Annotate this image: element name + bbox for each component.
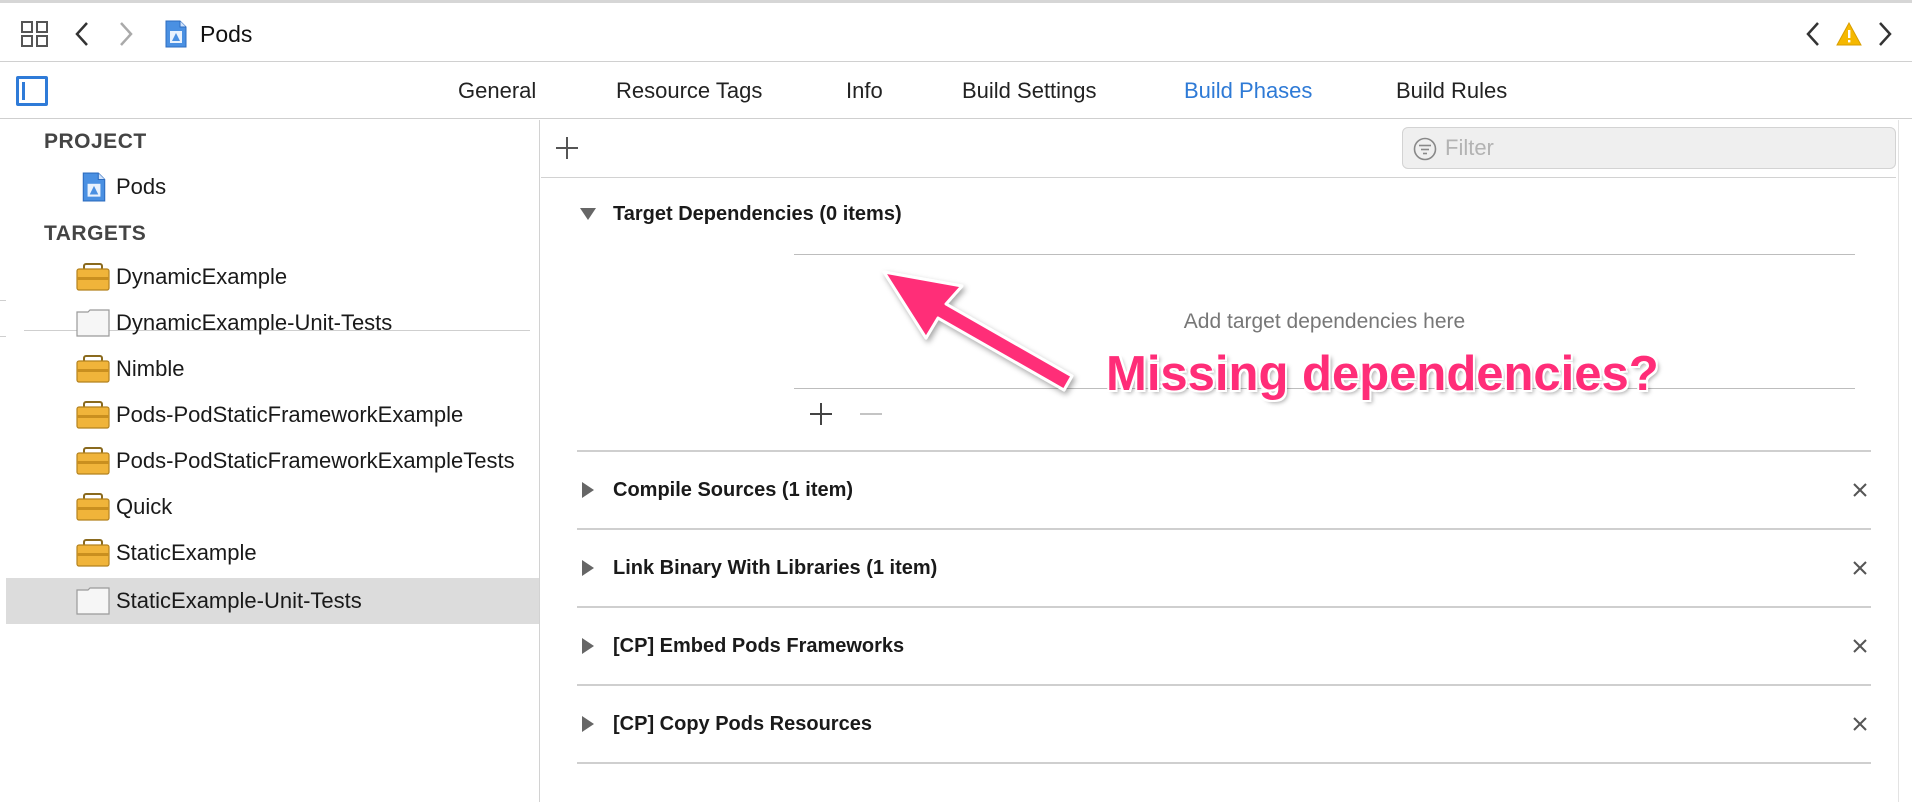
framework-target-icon xyxy=(76,400,110,430)
test-bundle-icon xyxy=(76,308,110,338)
phase-embed-pods-frameworks[interactable]: [CP] Embed Pods Frameworks xyxy=(577,628,904,664)
phase-link-binary[interactable]: Link Binary With Libraries (1 item) xyxy=(577,550,937,586)
disclosure-collapsed-icon[interactable] xyxy=(577,713,599,735)
test-bundle-icon xyxy=(76,586,110,616)
phase-separator xyxy=(577,684,1871,686)
framework-target-icon xyxy=(76,538,110,568)
phase-title: Link Binary With Libraries (1 item) xyxy=(613,556,938,579)
phase-title: [CP] Embed Pods Frameworks xyxy=(613,634,905,657)
phase-separator xyxy=(577,606,1871,608)
disclosure-collapsed-icon[interactable] xyxy=(577,635,599,657)
delete-phase-close-icon[interactable] xyxy=(1849,713,1871,735)
sidebar-item-label: Nimble xyxy=(116,356,185,381)
disclosure-expanded-icon[interactable] xyxy=(577,203,599,225)
project-section-header: PROJECT xyxy=(44,130,147,153)
sidebar-item-label: Quick xyxy=(116,494,173,519)
delete-phase-close-icon[interactable] xyxy=(1849,479,1871,501)
xcode-project-icon xyxy=(76,172,110,202)
sidebar-item-target[interactable]: Pods-PodStaticFrameworkExample xyxy=(6,392,539,438)
sidebar-item-label: DynamicExample xyxy=(116,264,288,289)
dependencies-empty-placeholder: Add target dependencies here xyxy=(1183,310,1466,333)
related-items-grid-icon[interactable] xyxy=(18,19,52,49)
sidebar-item-target[interactable]: DynamicExample xyxy=(6,254,539,300)
delete-phase-close-icon[interactable] xyxy=(1849,557,1871,579)
xcode-project-icon[interactable] xyxy=(162,19,190,49)
sidebar-item-target[interactable]: Nimble xyxy=(6,346,539,392)
disclosure-collapsed-icon[interactable] xyxy=(577,557,599,579)
phase-title: Target Dependencies (0 items) xyxy=(613,202,902,225)
framework-target-icon xyxy=(76,446,110,476)
jump-bar: Pods xyxy=(0,0,1912,62)
vertical-scroll-edge[interactable] xyxy=(1898,120,1912,802)
filter-field[interactable] xyxy=(1402,127,1896,169)
phase-separator xyxy=(577,762,1871,764)
tab-general[interactable]: General xyxy=(458,76,536,106)
filter-input[interactable] xyxy=(1445,132,1885,164)
add-build-phase-button[interactable] xyxy=(553,134,581,162)
project-target-sidebar: PROJECT Pods TARGETS DynamicExample Dyna… xyxy=(6,120,540,802)
phase-target-dependencies[interactable]: Target Dependencies (0 items) xyxy=(577,196,902,232)
phase-compile-sources[interactable]: Compile Sources (1 item) xyxy=(577,472,853,508)
tab-info[interactable]: Info xyxy=(846,76,883,106)
filter-icon xyxy=(1413,137,1437,161)
dependencies-list-top-border xyxy=(794,254,1855,255)
remove-dependency-button[interactable] xyxy=(857,400,885,428)
annotation-missing-dependencies: Missing dependencies? xyxy=(1106,347,1659,401)
framework-target-icon xyxy=(76,354,110,384)
sidebar-item-target[interactable]: Pods-PodStaticFrameworkExampleTests xyxy=(6,438,539,484)
phase-copy-pods-resources[interactable]: [CP] Copy Pods Resources xyxy=(577,706,872,742)
disclosure-collapsed-icon[interactable] xyxy=(577,479,599,501)
phase-title: Compile Sources (1 item) xyxy=(613,478,854,501)
tab-build-phases[interactable]: Build Phases xyxy=(1184,76,1312,106)
tab-build-rules[interactable]: Build Rules xyxy=(1396,76,1507,106)
sidebar-item-label: StaticExample xyxy=(116,540,257,565)
sidebar-item-project-pods[interactable]: Pods xyxy=(6,164,539,210)
phase-separator xyxy=(577,528,1871,530)
sidebar-item-label: StaticExample-Unit-Tests xyxy=(116,588,362,613)
jump-bar-title[interactable]: Pods xyxy=(200,19,252,49)
sidebar-item-target-selected[interactable]: StaticExample-Unit-Tests xyxy=(6,578,539,624)
sidebar-item-label: Pods-PodStaticFrameworkExample xyxy=(116,402,464,427)
build-phases-editor: Target Dependencies (0 items) Add target… xyxy=(541,120,1912,802)
show-hide-sidebar-icon[interactable] xyxy=(16,76,48,106)
sidebar-item-target[interactable]: StaticExample xyxy=(6,530,539,576)
add-dependency-button[interactable] xyxy=(807,400,835,428)
delete-phase-close-icon[interactable] xyxy=(1849,635,1871,657)
framework-target-icon xyxy=(76,262,110,292)
next-issue-icon[interactable] xyxy=(1872,19,1898,49)
warning-icon[interactable] xyxy=(1834,19,1864,49)
tab-resource-tags[interactable]: Resource Tags xyxy=(616,76,762,106)
sidebar-item-target[interactable]: Quick xyxy=(6,484,539,530)
tab-build-settings[interactable]: Build Settings xyxy=(962,76,1097,106)
build-phases-toolbar xyxy=(541,120,1896,178)
framework-target-icon xyxy=(76,492,110,522)
forward-chevron-icon[interactable] xyxy=(112,19,140,49)
sidebar-item-target[interactable]: DynamicExample-Unit-Tests xyxy=(6,300,539,346)
editor-tab-bar: General Resource Tags Info Build Setting… xyxy=(0,62,1912,119)
back-chevron-icon[interactable] xyxy=(68,19,96,49)
previous-issue-icon[interactable] xyxy=(1800,19,1826,49)
sidebar-item-label: Pods-PodStaticFrameworkExampleTests xyxy=(116,448,515,473)
phase-separator xyxy=(577,450,1871,452)
sidebar-item-label: DynamicExample-Unit-Tests xyxy=(116,310,393,335)
sidebar-item-label: Pods xyxy=(116,174,167,199)
phase-title: [CP] Copy Pods Resources xyxy=(613,712,872,735)
targets-section-header: TARGETS xyxy=(44,222,147,245)
